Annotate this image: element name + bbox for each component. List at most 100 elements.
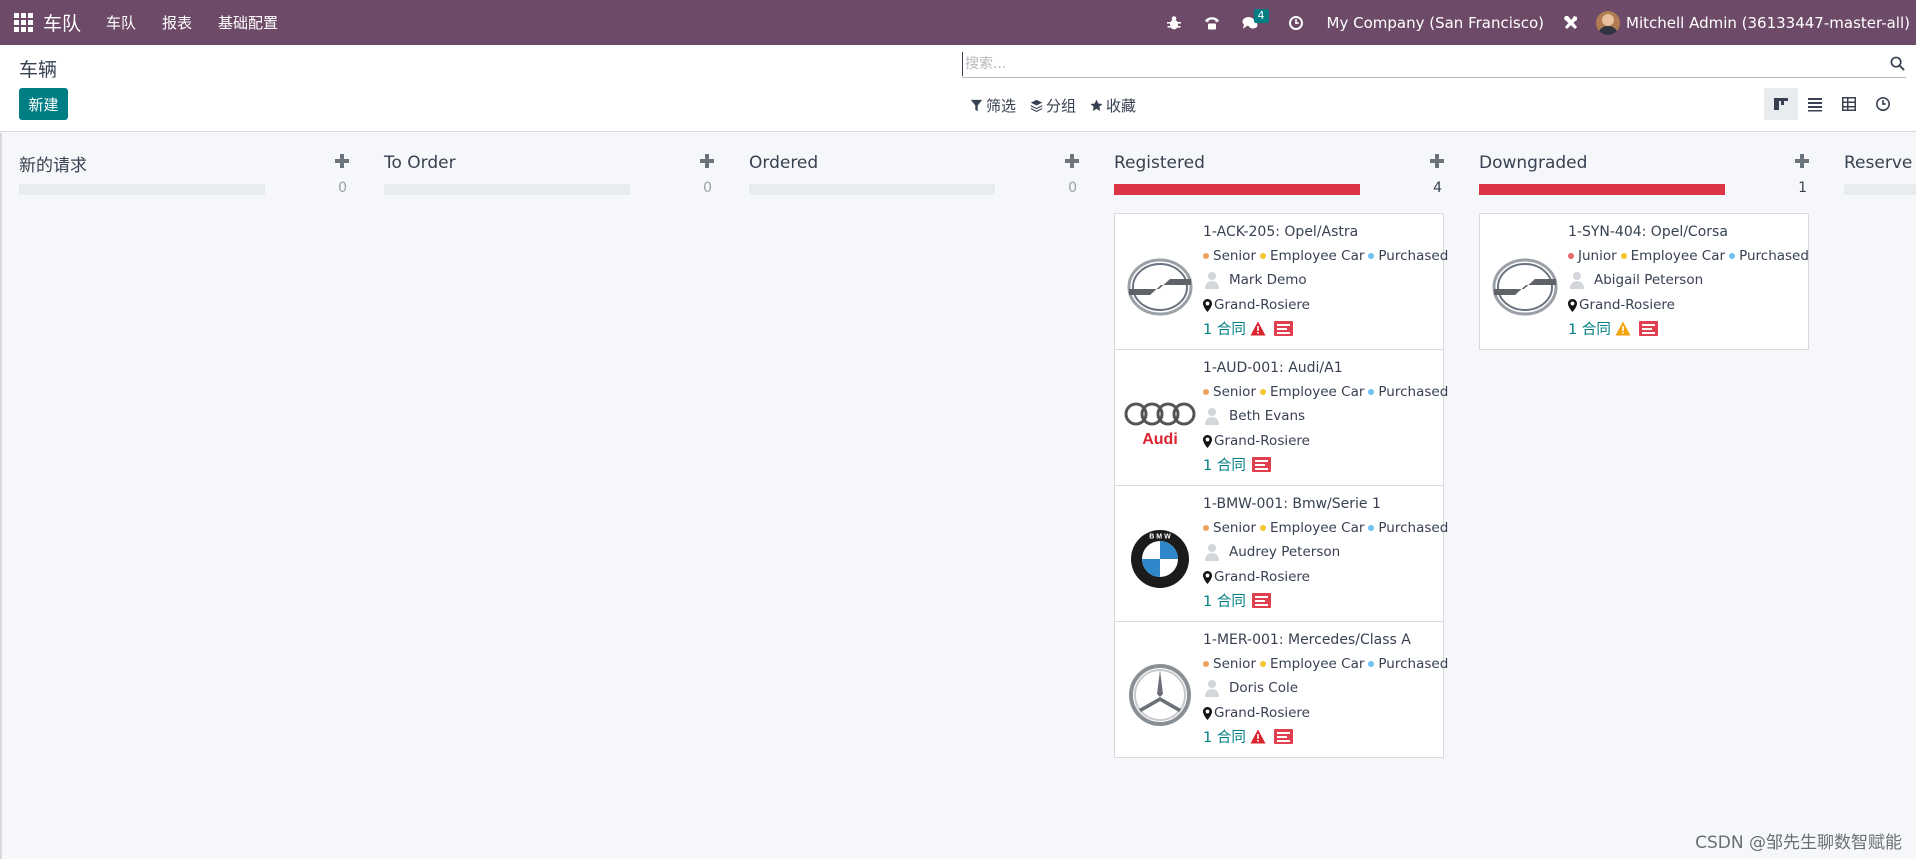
kanban-icon xyxy=(1774,98,1788,110)
activity-icon[interactable] xyxy=(1273,728,1293,744)
column-count: 0 xyxy=(1068,180,1077,196)
activity-icon[interactable] xyxy=(1638,320,1658,336)
filters-dropdown[interactable]: 筛选 xyxy=(970,95,1016,116)
contracts-link[interactable]: 1 合同 xyxy=(1203,726,1246,747)
vehicle-card[interactable]: 1-MER-001: Mercedes/Class A Senior Emplo… xyxy=(1114,621,1448,758)
tag-label: Employee Car xyxy=(1270,384,1365,400)
favorites-label: 收藏 xyxy=(1106,97,1137,115)
column-title[interactable]: 新的请求 xyxy=(19,151,87,176)
tag: Senior xyxy=(1203,656,1256,672)
card-list: 1-SYN-404: Opel/Corsa Junior Employee Ca… xyxy=(1479,213,1809,350)
activity-icon[interactable] xyxy=(1273,320,1293,336)
map-marker-icon xyxy=(1203,706,1212,720)
driver-avatar xyxy=(1203,271,1221,289)
bmw-logo: B M W xyxy=(1124,527,1196,591)
search-icon[interactable] xyxy=(1888,55,1906,73)
column-progress-bar[interactable] xyxy=(1479,184,1725,195)
contracts-link[interactable]: 1 合同 xyxy=(1568,318,1611,339)
top-navbar: 车队 车队 报表 基础配置 4 My Company (San Francisc… xyxy=(0,0,1916,45)
tag: Employee Car xyxy=(1260,248,1364,264)
activity-icon[interactable] xyxy=(1251,592,1271,608)
card-list: 1-ACK-205: Opel/Astra Senior Employee Ca… xyxy=(1114,213,1448,758)
menu-item-configuration[interactable]: 基础配置 xyxy=(218,12,278,33)
driver-avatar xyxy=(1203,407,1221,425)
add-card-icon[interactable] xyxy=(1065,154,1079,168)
column-progress-bar[interactable] xyxy=(384,184,630,195)
group-by-dropdown[interactable]: 分组 xyxy=(1030,95,1076,116)
column-progress-bar[interactable] xyxy=(19,184,265,195)
add-card-icon[interactable] xyxy=(700,154,714,168)
location: Grand-Rosiere xyxy=(1568,295,1806,315)
column-title[interactable]: To Order xyxy=(384,153,456,173)
tag-dot xyxy=(1620,253,1627,259)
column-progress-bar[interactable] xyxy=(1844,184,1916,195)
vehicle-card[interactable]: 1-SYN-404: Opel/Corsa Junior Employee Ca… xyxy=(1479,213,1809,350)
add-card-icon[interactable] xyxy=(335,154,349,168)
activity-clock-icon[interactable] xyxy=(1283,10,1309,36)
search-options: 筛选 分组 收藏 xyxy=(970,95,1150,116)
card-body: 1-MER-001: Mercedes/Class A Senior Emplo… xyxy=(1203,632,1448,747)
progress-fill xyxy=(1479,184,1725,195)
tag-dot xyxy=(1260,389,1266,395)
user-menu[interactable]: Mitchell Admin (36133447-master-all) xyxy=(1626,14,1910,32)
vehicle-card[interactable]: B M W 1-BMW-001: Bmw/Serie 1 Senior Empl… xyxy=(1114,485,1448,622)
menu-item-reports[interactable]: 报表 xyxy=(162,12,192,33)
tag-label: Senior xyxy=(1213,248,1256,264)
voip-phone-icon[interactable] xyxy=(1199,10,1225,36)
add-card-icon[interactable] xyxy=(1430,154,1444,168)
column-title[interactable]: Reserve xyxy=(1844,153,1912,173)
contracts-link[interactable]: 1 合同 xyxy=(1203,590,1246,611)
bug-icon[interactable] xyxy=(1161,10,1187,36)
pivot-view-button[interactable] xyxy=(1832,88,1866,120)
column-progress-bar[interactable] xyxy=(749,184,995,195)
column-title[interactable]: Downgraded xyxy=(1479,153,1587,173)
favorites-dropdown[interactable]: 收藏 xyxy=(1090,95,1136,116)
activity-icon[interactable] xyxy=(1251,456,1271,472)
column-title[interactable]: Ordered xyxy=(749,153,818,173)
contracts-link[interactable]: 1 合同 xyxy=(1203,454,1246,475)
location-name: Grand-Rosiere xyxy=(1214,297,1310,313)
search-input[interactable] xyxy=(962,51,1888,76)
audi-logo: Audi xyxy=(1124,391,1196,455)
column-header: Ordered xyxy=(749,151,1079,175)
vehicle-card[interactable]: 1-ACK-205: Opel/Astra Senior Employee Ca… xyxy=(1114,213,1448,350)
new-button[interactable]: 新建 xyxy=(19,88,68,120)
card-body: 1-AUD-001: Audi/A1 Senior Employee Car P… xyxy=(1203,360,1448,475)
tag: Purchased xyxy=(1368,248,1448,264)
map-marker-icon xyxy=(1568,298,1577,312)
tag-label: Employee Car xyxy=(1270,656,1365,672)
contracts-link[interactable]: 1 合同 xyxy=(1203,318,1246,339)
column-header: Registered xyxy=(1114,151,1444,175)
apps-menu-icon[interactable] xyxy=(13,13,33,33)
contracts-row: 1 合同 xyxy=(1568,317,1806,339)
tag: Employee Car xyxy=(1260,384,1364,400)
contracts-row: 1 合同 xyxy=(1203,725,1441,747)
group-by-label: 分组 xyxy=(1046,97,1077,115)
add-card-icon[interactable] xyxy=(1795,154,1809,168)
company-switcher[interactable]: My Company (San Francisco) xyxy=(1327,14,1544,32)
tag-label: Employee Car xyxy=(1270,248,1365,264)
menu-item-fleet[interactable]: 车队 xyxy=(106,12,136,33)
kanban-view-button[interactable] xyxy=(1764,88,1798,120)
kanban-board: 新的请求 0 To Order 0 Ordered 0 Registered 4 xyxy=(0,133,1916,859)
left-edge-border xyxy=(0,133,2,859)
card-body: 1-SYN-404: Opel/Corsa Junior Employee Ca… xyxy=(1568,224,1809,339)
vehicle-name: 1-ACK-205: Opel/Astra xyxy=(1203,224,1359,240)
location: Grand-Rosiere xyxy=(1203,567,1441,587)
tag-dot xyxy=(1568,253,1574,259)
tag: Employee Car xyxy=(1620,248,1725,264)
map-marker-icon xyxy=(1203,298,1212,312)
list-view-button[interactable] xyxy=(1798,88,1832,120)
user-avatar[interactable] xyxy=(1596,10,1620,35)
column-title[interactable]: Registered xyxy=(1114,153,1205,173)
vehicle-name: 1-AUD-001: Audi/A1 xyxy=(1203,360,1343,376)
messages-icon[interactable]: 4 xyxy=(1237,8,1269,36)
app-brand[interactable]: 车队 xyxy=(43,9,81,36)
map-marker-icon xyxy=(1203,570,1212,584)
contracts-row: 1 合同 xyxy=(1203,317,1441,339)
column-progress-bar[interactable] xyxy=(1114,184,1360,195)
debug-tools-icon[interactable] xyxy=(1558,10,1584,36)
vehicle-card[interactable]: Audi 1-AUD-001: Audi/A1 Senior Employee … xyxy=(1114,349,1448,486)
tag: Junior xyxy=(1568,248,1617,264)
activity-view-button[interactable] xyxy=(1866,88,1900,120)
